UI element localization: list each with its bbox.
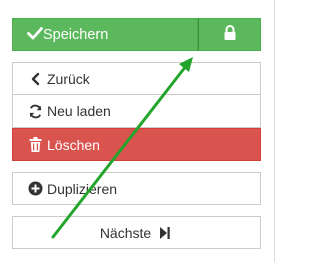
next-button[interactable]: Nächste xyxy=(12,216,261,249)
duplicate-button[interactable]: Duplizieren xyxy=(12,172,261,205)
save-button[interactable]: Speichern xyxy=(12,18,198,51)
delete-button[interactable]: Löschen xyxy=(12,128,261,161)
panel-divider xyxy=(274,0,275,262)
back-button[interactable]: Zurück xyxy=(12,62,261,95)
lock-button[interactable] xyxy=(198,18,261,51)
chevron-left-icon xyxy=(27,71,43,87)
save-button-group: Speichern xyxy=(12,18,261,51)
step-forward-icon xyxy=(157,225,173,241)
save-button-label: Speichern xyxy=(43,26,109,43)
reload-button[interactable]: Neu laden xyxy=(12,95,261,128)
refresh-icon xyxy=(27,103,43,119)
check-icon xyxy=(27,26,43,43)
reload-button-label: Neu laden xyxy=(47,103,111,119)
next-button-label: Nächste xyxy=(99,224,152,241)
delete-button-label: Löschen xyxy=(47,136,100,153)
plus-circle-icon xyxy=(27,181,43,197)
duplicate-button-label: Duplizieren xyxy=(47,180,118,197)
trash-icon xyxy=(27,137,43,153)
back-button-label: Zurück xyxy=(47,70,90,87)
lock-icon xyxy=(223,25,237,44)
